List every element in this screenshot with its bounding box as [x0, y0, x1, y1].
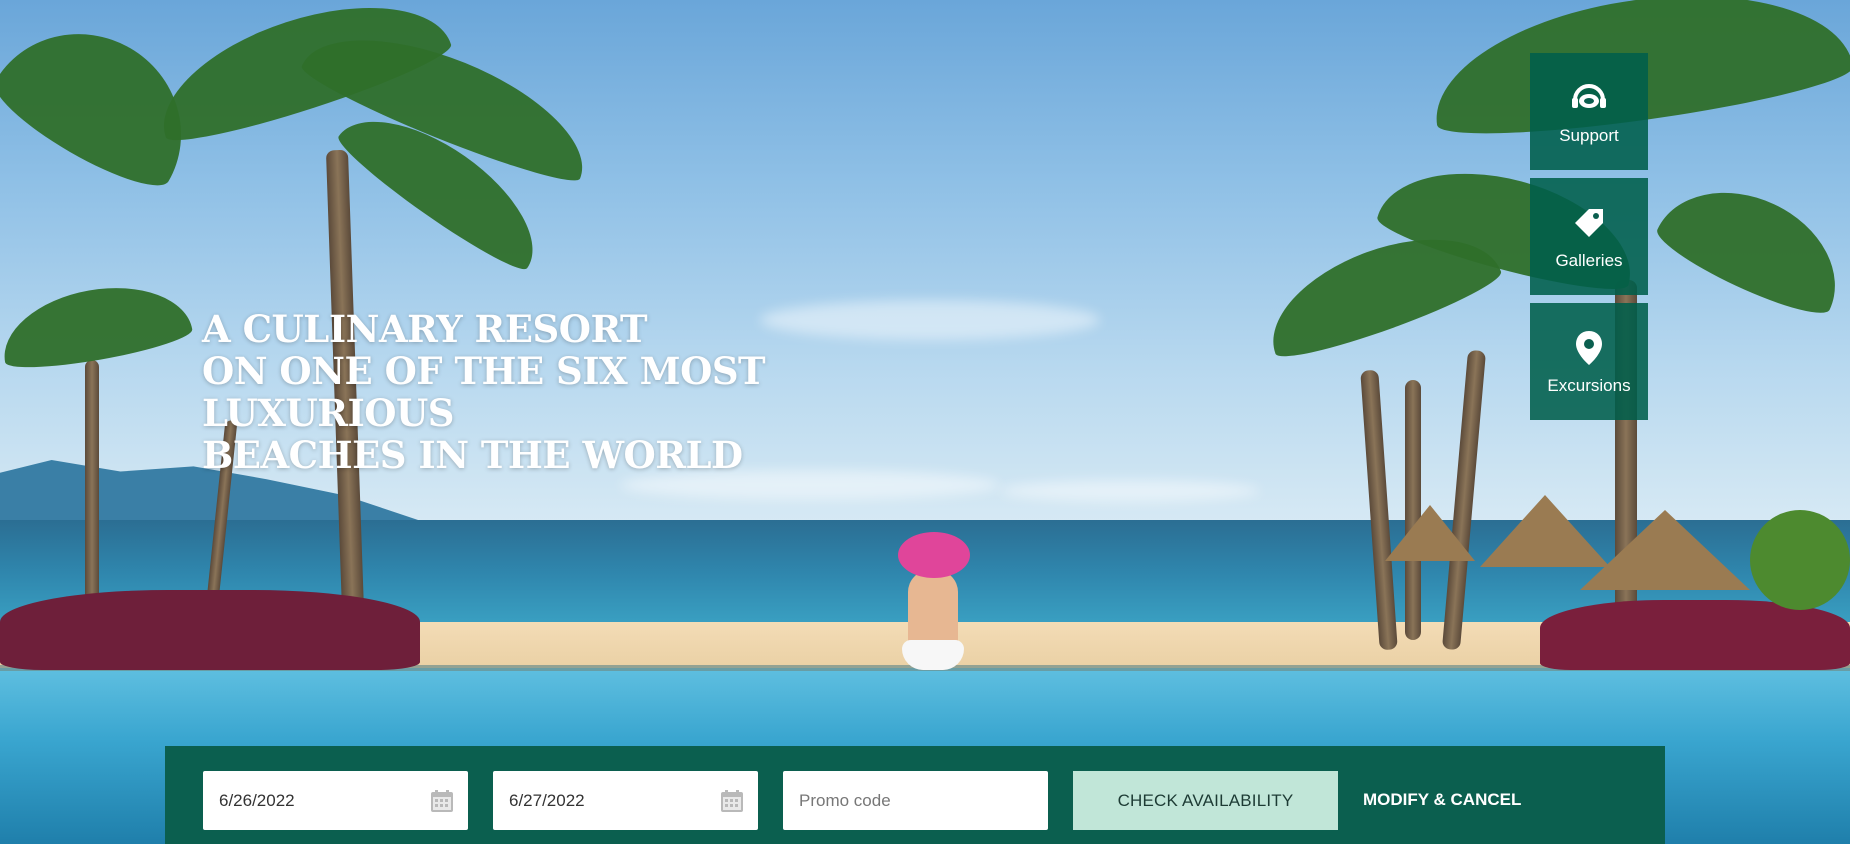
quick-nav-support[interactable]: Support — [1530, 53, 1648, 170]
support-headset-icon — [1569, 78, 1609, 118]
quick-nav-label: Galleries — [1555, 250, 1623, 270]
check-in-date-field[interactable]: 6/26/2022 — [203, 771, 468, 830]
quick-nav-label: Excursions — [1547, 375, 1631, 395]
calendar-icon[interactable] — [430, 789, 454, 813]
check-out-date-field[interactable]: 6/27/2022 — [493, 771, 758, 830]
tag-icon — [1569, 203, 1609, 243]
check-in-date-value: 6/26/2022 — [219, 790, 295, 810]
pink-sun-hat — [898, 532, 970, 578]
quick-nav-excursions[interactable]: Excursions — [1530, 303, 1648, 420]
modify-cancel-link[interactable]: MODIFY & CANCEL — [1363, 790, 1521, 810]
check-availability-button[interactable]: CHECK AVAILABILITY — [1073, 771, 1338, 830]
booking-bar: 6/26/2022 6/27/2022 Promo code CHECK AVA… — [165, 746, 1665, 844]
tropical-shrubs — [1540, 600, 1850, 670]
map-pin-icon — [1569, 328, 1609, 368]
palm-trunk — [85, 360, 99, 620]
headline-line-3: BEACHES IN THE WORLD — [202, 433, 743, 477]
palm-trunk — [1405, 380, 1421, 640]
headline-line-2: ON ONE OF THE SIX MOST LUXURIOUS — [202, 349, 766, 435]
hero-headline: A CULINARY RESORT ON ONE OF THE SIX MOST… — [202, 308, 1002, 476]
calendar-icon[interactable] — [720, 789, 744, 813]
promo-code-input[interactable] — [799, 771, 1048, 830]
promo-code-field[interactable] — [783, 771, 1048, 830]
woman-swimsuit — [902, 640, 964, 670]
quick-nav-galleries[interactable]: Galleries — [1530, 178, 1648, 295]
check-out-date-value: 6/27/2022 — [509, 790, 585, 810]
tropical-shrubs — [0, 590, 420, 670]
quick-nav: Support Galleries Excursions — [1530, 53, 1648, 428]
quick-nav-label: Support — [1559, 125, 1619, 145]
headline-line-1: A CULINARY RESORT — [202, 307, 648, 351]
tropical-shrubs — [1750, 510, 1850, 610]
cloud — [1000, 480, 1260, 502]
